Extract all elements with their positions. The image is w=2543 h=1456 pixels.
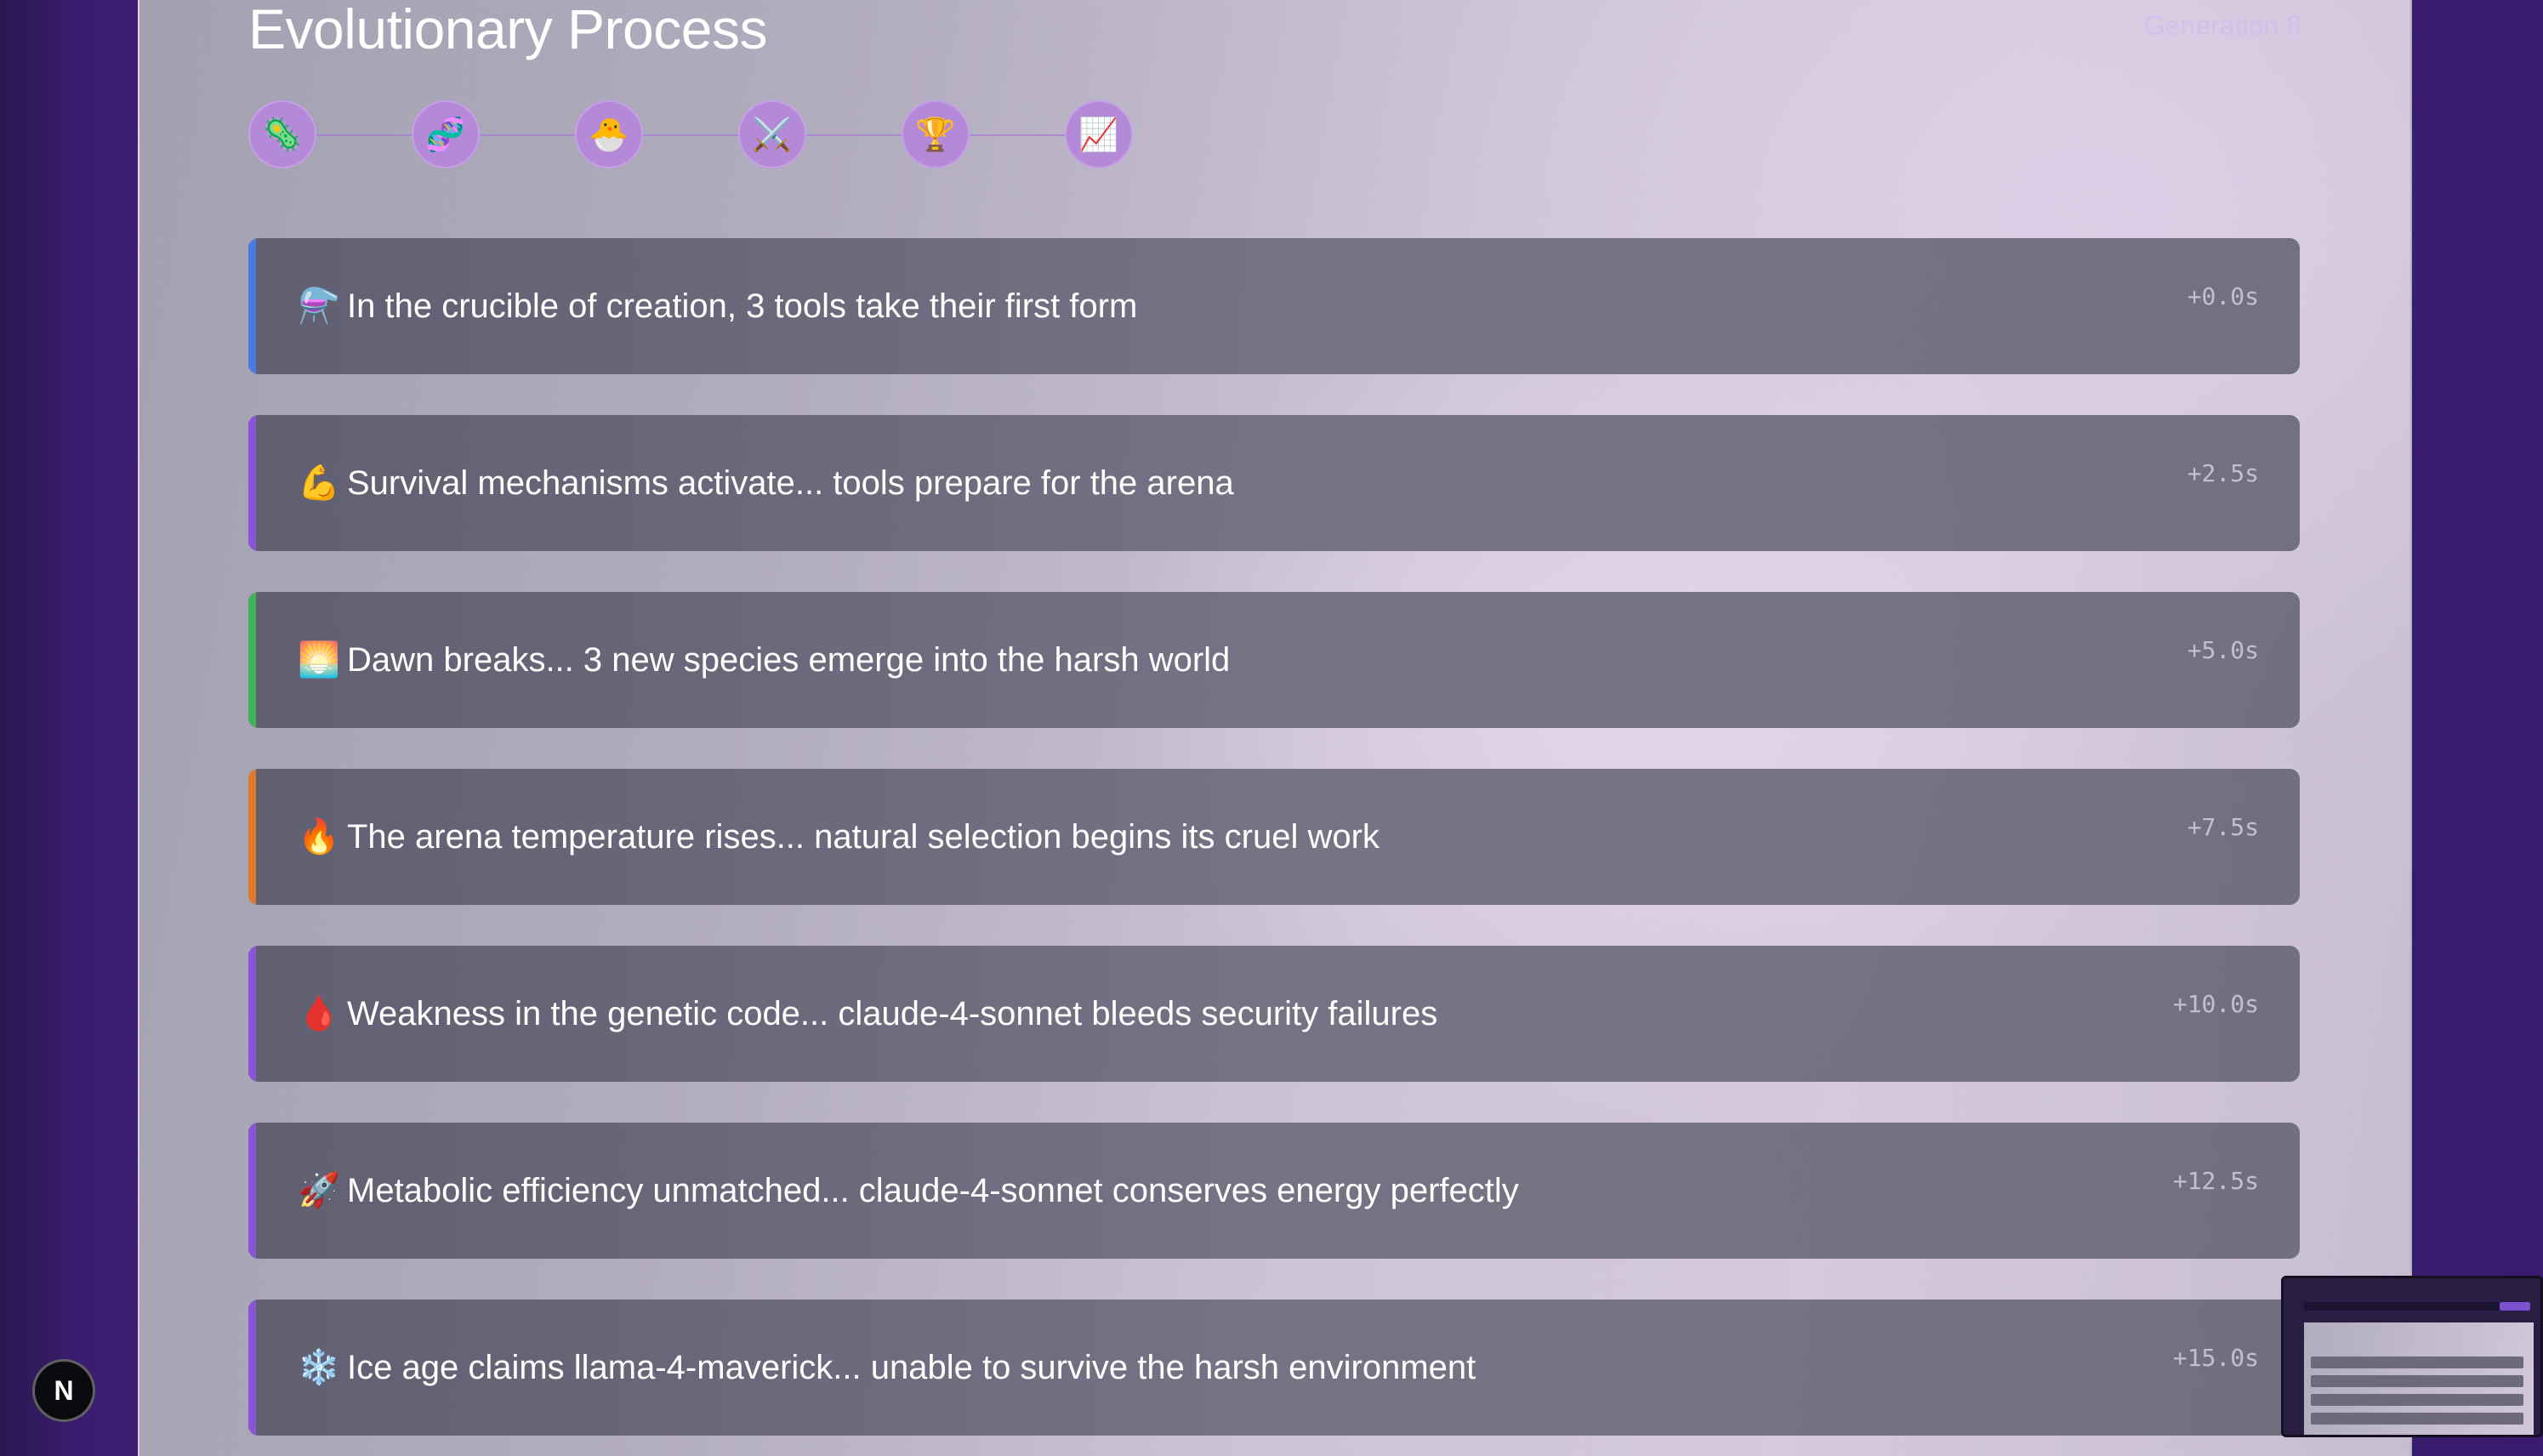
event-message: Dawn breaks... 3 new species emerge into… [347,641,1231,679]
sunrise-icon: 🌅 [298,640,340,680]
fire-icon: 🔥 [298,817,340,856]
nextjs-dev-badge[interactable]: N [32,1359,95,1422]
thumbnail-row [2311,1394,2523,1406]
drop-of-blood-icon: 🩸 [298,994,340,1033]
evolution-panel: Evolutionary Process Generation 8 🦠 🧬 🐣 … [138,0,2412,1456]
event-message: In the crucible of creation, 3 tools tak… [347,287,1138,325]
thumbnail-panel [2304,1322,2534,1435]
event-accent [248,1123,256,1259]
rocket-icon: 🚀 [298,1171,340,1210]
event-card: 🩸 Weakness in the genetic code... claude… [248,946,2300,1082]
flexed-biceps-icon: 💪 [298,464,340,503]
event-timestamp: +10.0s [2172,990,2259,1018]
thumbnail-button [2500,1302,2530,1311]
event-card: 🌅 Dawn breaks... 3 new species emerge in… [248,592,2300,728]
event-card: 💪 Survival mechanisms activate... tools … [248,415,2300,551]
event-timestamp: +12.5s [2172,1167,2259,1195]
event-accent [248,769,256,905]
event-message: Ice age claims llama-4-maverick... unabl… [347,1349,1476,1386]
event-accent [248,238,256,374]
trophy-icon[interactable]: 🏆 [902,100,970,168]
event-log: ⚗️ In the crucible of creation, 3 tools … [248,238,2300,1456]
event-card: 🚀 Metabolic efficiency unmatched... clau… [248,1123,2300,1259]
event-accent [248,415,256,551]
stage-connector [970,134,1065,136]
stage-connector [316,134,412,136]
event-card: ⚗️ In the crucible of creation, 3 tools … [248,238,2300,374]
thumbnail-row [2311,1413,2523,1425]
microbe-icon[interactable]: 🦠 [248,100,316,168]
dna-icon[interactable]: 🧬 [412,100,480,168]
stage-connector [480,134,575,136]
event-message: Survival mechanisms activate... tools pr… [347,464,1234,502]
hatching-chick-icon[interactable]: 🐣 [575,100,643,168]
snowflake-icon: ❄️ [298,1348,340,1387]
preview-thumbnail[interactable] [2281,1276,2543,1437]
thumbnail-row [2311,1375,2523,1387]
event-timestamp: +15.0s [2172,1344,2259,1372]
alembic-icon: ⚗️ [298,287,340,326]
stage-connector [643,134,738,136]
event-message: The arena temperature rises... natural s… [347,818,1380,856]
event-accent [248,946,256,1082]
event-timestamp: +5.0s [2187,636,2259,664]
event-message: Metabolic efficiency unmatched... claude… [347,1172,1519,1209]
thumbnail-row [2311,1356,2523,1368]
event-timestamp: +0.0s [2187,282,2259,310]
event-timestamp: +2.5s [2187,459,2259,487]
event-card: ❄️ Ice age claims llama-4-maverick... un… [248,1300,2300,1436]
event-card: 🔥 The arena temperature rises... natural… [248,769,2300,905]
event-accent [248,1300,256,1436]
generation-label: Generation 8 [2143,10,2301,41]
chart-increasing-icon[interactable]: 📈 [1065,100,1133,168]
event-message: Weakness in the genetic code... claude-4… [347,995,1438,1032]
thumbnail-input [2304,1302,2525,1311]
page-title: Evolutionary Process [248,0,767,60]
event-timestamp: +7.5s [2187,813,2259,841]
event-accent [248,592,256,728]
stage-connector [806,134,902,136]
crossed-swords-icon[interactable]: ⚔️ [738,100,806,168]
stage-progress: 🦠 🧬 🐣 ⚔️ 🏆 📈 [248,100,1269,170]
